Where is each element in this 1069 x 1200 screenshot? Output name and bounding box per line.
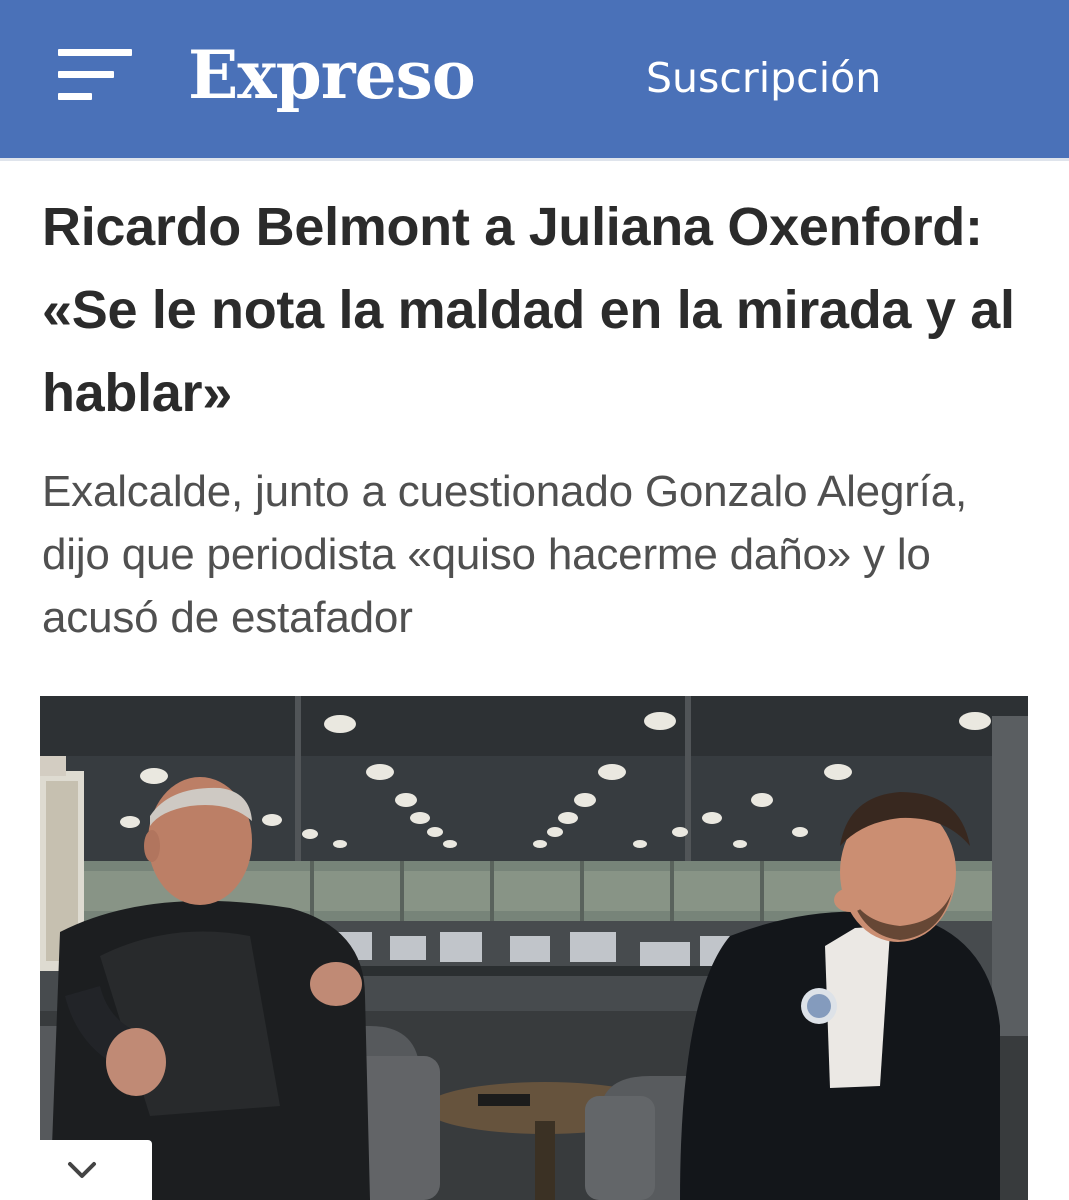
subscription-link[interactable]: Suscripción [646, 50, 881, 106]
interview-scene-illustration [40, 696, 1028, 1200]
header-divider [0, 158, 1069, 161]
menu-button[interactable] [52, 40, 142, 110]
site-header: Expreso Suscripción [0, 0, 1069, 158]
article-video-thumbnail[interactable] [40, 696, 1028, 1200]
expand-button[interactable] [40, 1140, 152, 1200]
site-logo[interactable]: Expreso [188, 30, 476, 120]
chevron-down-icon [68, 1162, 96, 1178]
page: Expreso Suscripción Ricardo Belmont a Ju… [0, 0, 1069, 1200]
article-headline: Ricardo Belmont a Juliana Oxenford: «Se … [42, 197, 1015, 423]
article-subheadline: Exalcalde, junto a cuestionado Gonzalo A… [42, 467, 967, 642]
